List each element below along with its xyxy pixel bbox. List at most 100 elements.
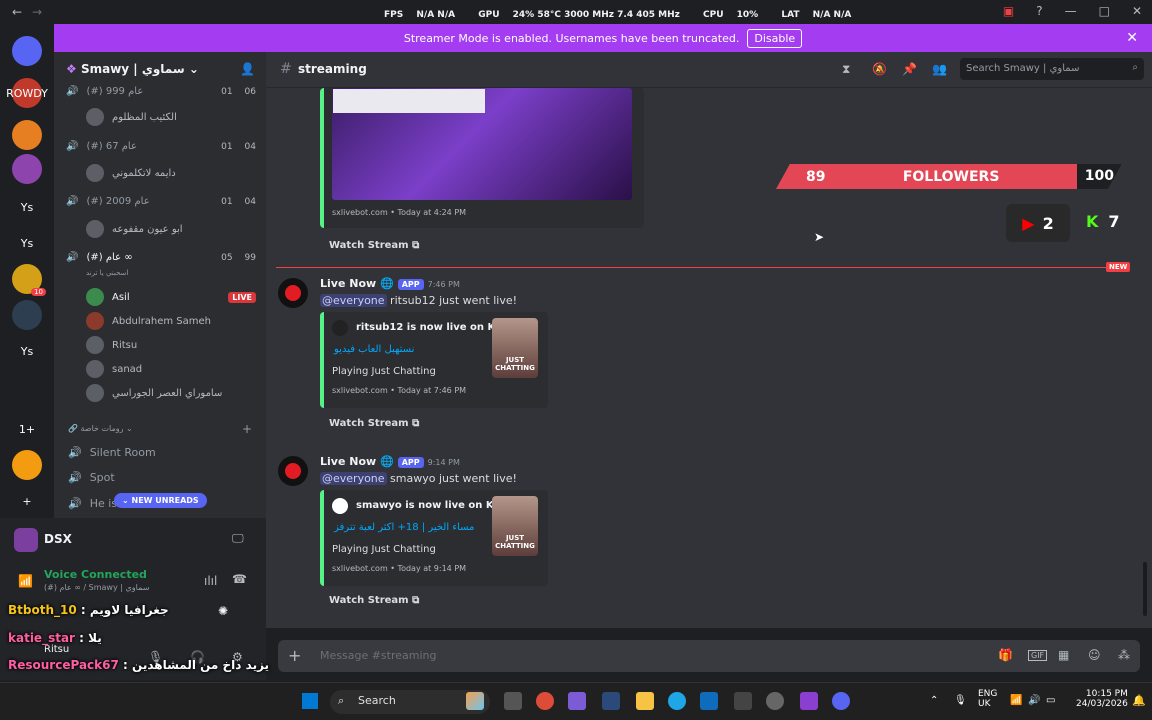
voice-channel[interactable]: 🔊 (#) عام ∞ 05 99 xyxy=(66,252,256,263)
noise-suppression-icon[interactable]: ılıl xyxy=(204,574,217,588)
voice-member[interactable]: Ritsu xyxy=(86,336,256,354)
server-icon[interactable] xyxy=(12,120,42,150)
banner-close-icon[interactable]: ✕ xyxy=(1126,30,1138,46)
bot-avatar[interactable] xyxy=(278,456,308,486)
voice-connected-status[interactable]: Voice Connected xyxy=(44,568,147,581)
voice-channel[interactable]: 🔊 (#) عام 999 01 06 xyxy=(66,86,256,97)
message-text: @everyone smawyo just went live! xyxy=(320,472,517,485)
mute-bell-icon[interactable]: 🔕 xyxy=(872,62,887,76)
message-author[interactable]: Live Now 🌐 APP 9:14 PM xyxy=(320,455,460,468)
pin-icon[interactable]: 📌 xyxy=(902,62,917,76)
copilot-icon[interactable] xyxy=(568,692,586,710)
server-icon[interactable]: Ys xyxy=(12,336,42,366)
emoji-icon[interactable]: ☺ xyxy=(1088,648,1101,662)
store-icon[interactable] xyxy=(734,692,752,710)
voice-channel[interactable]: 🔊 Silent Room xyxy=(68,446,156,459)
back-arrow-icon[interactable]: ← xyxy=(12,5,22,19)
threads-icon[interactable]: ⧗ xyxy=(842,62,850,77)
file-explorer-icon[interactable] xyxy=(636,692,654,710)
server-icon[interactable] xyxy=(12,370,42,400)
clock[interactable]: 10:15 PM 24/03/2026 xyxy=(1076,689,1128,709)
notification-icon[interactable]: 🔔 xyxy=(1132,694,1146,707)
server-icon[interactable]: Ys xyxy=(12,192,42,222)
dsx-icon[interactable] xyxy=(14,528,38,552)
voice-member[interactable]: ساموراي العصر الجوراسي xyxy=(86,384,256,402)
username[interactable]: Ritsu xyxy=(44,644,69,655)
voice-member[interactable]: الكئيب المظلوم xyxy=(86,108,256,126)
voice-channel[interactable]: 🔊 He is xyxy=(68,497,117,510)
maximize-icon[interactable]: □ xyxy=(1099,4,1110,18)
voice-channel[interactable]: 🔊 Spot xyxy=(68,471,115,484)
edge-icon[interactable] xyxy=(668,692,686,710)
server-icon[interactable]: 1+ xyxy=(12,414,42,444)
apps-icon[interactable]: ⁂ xyxy=(1118,648,1130,662)
members-icon[interactable]: 👥 xyxy=(932,62,947,76)
forward-arrow-icon[interactable]: → xyxy=(32,5,42,19)
message-input[interactable]: Message #streaming xyxy=(320,649,436,662)
task-view-icon[interactable] xyxy=(504,692,522,710)
wifi-icon[interactable]: 📶 xyxy=(1010,695,1022,706)
new-unreads-button[interactable]: ⌄ NEW UNREADS xyxy=(114,493,207,508)
start-icon[interactable] xyxy=(302,693,318,709)
mail-icon[interactable] xyxy=(700,692,718,710)
watch-stream-button[interactable]: Watch Stream ⧉ xyxy=(329,418,419,429)
language-indicator[interactable]: ENG UK xyxy=(978,689,997,709)
embed-title[interactable]: smawyo is now live on Kick! xyxy=(356,500,514,511)
category-header[interactable]: 🔗 رومات خاصة ⌄ xyxy=(68,424,133,433)
app-tag: APP xyxy=(397,279,424,290)
server-icon[interactable] xyxy=(12,300,42,330)
add-attachment-icon[interactable]: + xyxy=(288,646,301,665)
inbox-icon[interactable]: ▣ xyxy=(1003,4,1014,18)
server-icon[interactable] xyxy=(12,36,42,66)
voice-member[interactable]: Abdulrahem Sameh xyxy=(86,312,256,330)
signal-icon[interactable]: 📶 xyxy=(18,574,33,588)
server-icon[interactable]: 10 xyxy=(12,264,46,296)
embed-link[interactable]: نستهبل العاب فيديو xyxy=(334,344,414,355)
screen-share-icon[interactable]: 🖵 xyxy=(232,531,244,546)
widget-icon[interactable] xyxy=(466,692,484,710)
gift-icon[interactable]: 🎁 xyxy=(998,648,1013,662)
embed-link[interactable]: مساء الخير | 18+ اكثر لعبة تترفز xyxy=(334,522,474,533)
server-icon[interactable] xyxy=(12,154,42,184)
settings-icon[interactable] xyxy=(766,692,784,710)
volume-icon[interactable]: 🔊 xyxy=(1028,695,1040,706)
app-icon[interactable] xyxy=(800,692,818,710)
scrollbar[interactable] xyxy=(1143,562,1147,616)
message-author[interactable]: Live Now 🌐 APP 7:46 PM xyxy=(320,277,460,290)
voice-channel[interactable]: 🔊 (#) عام 67 01 04 xyxy=(66,141,256,152)
server-icon[interactable] xyxy=(12,450,42,480)
bot-avatar[interactable] xyxy=(278,278,308,308)
stream-thumbnail[interactable]: JUST CHATTING xyxy=(492,318,538,378)
minimize-icon[interactable]: — xyxy=(1065,4,1077,18)
discord-icon[interactable] xyxy=(832,692,850,710)
server-icon[interactable]: ROWDY xyxy=(6,78,48,108)
voice-member[interactable]: Asil LIVE xyxy=(86,288,256,306)
battery-icon[interactable]: ▭ xyxy=(1046,695,1055,706)
terminal-icon[interactable] xyxy=(602,692,620,710)
add-member-icon[interactable]: 👤 xyxy=(240,62,255,76)
voice-member[interactable]: sanad xyxy=(86,360,256,378)
sticker-icon[interactable]: ▦ xyxy=(1058,648,1069,662)
search-input[interactable]: Search Smawy | سماوي ⌕ xyxy=(960,58,1144,80)
server-name[interactable]: ❖ Smawy | سماوي ⌄ xyxy=(66,62,199,76)
tray-chevron-icon[interactable]: ⌃ xyxy=(930,695,938,706)
speaker-icon: 🔊 xyxy=(66,141,79,152)
watch-stream-button[interactable]: Watch Stream ⧉ xyxy=(329,240,419,251)
voice-channel[interactable]: 🔊 (#) عام 2009 01 04 xyxy=(66,196,256,207)
help-icon[interactable]: ? xyxy=(1036,4,1042,18)
activity-icon[interactable]: ✺ xyxy=(218,604,228,618)
stream-thumbnail[interactable]: JUST CHATTING xyxy=(492,496,538,556)
gif-icon[interactable]: GIF xyxy=(1028,650,1048,661)
mic-tray-icon[interactable]: 🎙 xyxy=(954,695,967,706)
watch-stream-button[interactable]: Watch Stream ⧉ xyxy=(329,595,419,606)
voice-channel-path[interactable]: (#) عام ∞ / Smawy | سماوي xyxy=(44,583,149,592)
close-icon[interactable]: ✕ xyxy=(1132,4,1142,18)
server-icon[interactable]: + xyxy=(12,486,42,516)
voice-member[interactable]: دايمه لاتكلموني xyxy=(86,164,256,182)
disconnect-icon[interactable]: ☎ xyxy=(232,572,247,586)
add-channel-icon[interactable]: + xyxy=(242,422,252,436)
voice-member[interactable]: ابو عيون مقفوعه xyxy=(86,220,256,238)
chrome-icon[interactable] xyxy=(536,692,554,710)
server-icon[interactable]: Ys xyxy=(12,228,42,258)
disable-button[interactable]: Disable xyxy=(747,28,803,48)
